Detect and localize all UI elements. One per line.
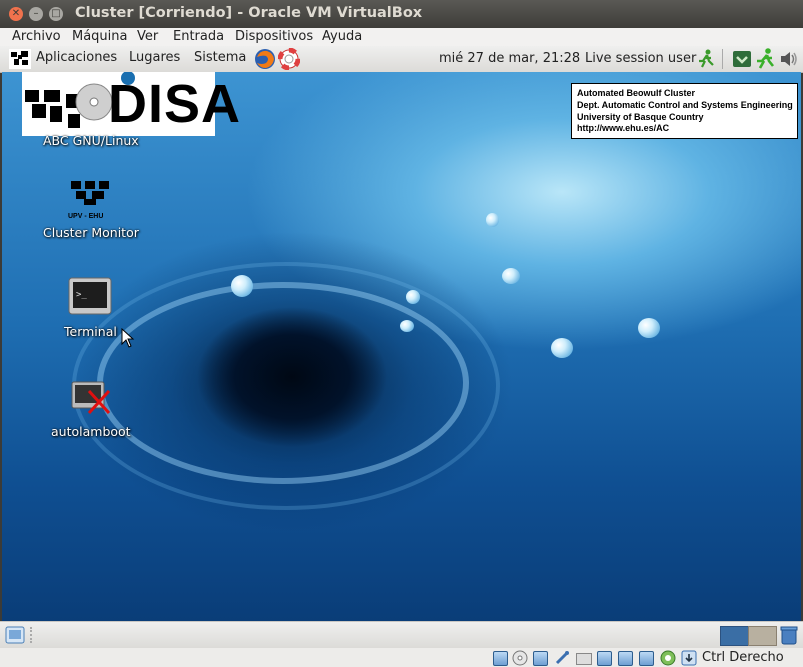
terminal-icon: >_ (68, 277, 112, 315)
minimize-window-button[interactable]: – (29, 7, 43, 21)
menu-ayuda[interactable]: Ayuda (322, 28, 362, 46)
trash-icon[interactable] (779, 625, 799, 645)
disa-logo-icon: DISA (22, 72, 240, 136)
water-drop (502, 268, 520, 284)
menu-lugares[interactable]: Lugares (129, 50, 180, 65)
virtualization-status-icon[interactable] (660, 650, 676, 666)
menu-ver[interactable]: Ver (137, 28, 158, 46)
cluster-info-box: Automated Beowulf Cluster Dept. Automati… (571, 83, 798, 139)
guest-desktop[interactable]: DISA ABC GNU/Linux UPV - EHU Cluster Mon… (2, 72, 801, 621)
host-key-label: Ctrl Derecho (702, 650, 784, 665)
icon-label: ABC GNU/Linux (43, 133, 139, 148)
shared-folders-status-icon[interactable] (597, 651, 612, 666)
upv-ehu-logo-icon (71, 181, 109, 205)
optical-drive-status-icon[interactable] (512, 650, 528, 666)
workspace-2[interactable] (748, 626, 777, 646)
window-titlebar: ✕ – □ Cluster [Corriendo] - Oracle VM Vi… (0, 0, 803, 28)
info-line: http://www.ehu.es/AC (577, 123, 670, 134)
close-window-button[interactable]: ✕ (9, 7, 23, 21)
water-drop (400, 320, 414, 332)
mouse-pointer-icon (121, 328, 135, 348)
network-status-icon[interactable] (554, 650, 570, 666)
minimize-icon: – (33, 8, 39, 19)
water-drop (551, 338, 573, 358)
workspace-1[interactable] (720, 626, 749, 646)
exit-running-man-icon[interactable] (755, 48, 775, 70)
guest-bottom-panel (0, 622, 803, 648)
water-drop (486, 213, 499, 227)
close-icon: ✕ (11, 8, 21, 19)
icon-label: autolamboot (51, 424, 131, 439)
hard-disk-status-icon[interactable] (493, 651, 508, 666)
icon-label: Terminal (64, 324, 117, 339)
volume-icon[interactable] (779, 50, 799, 68)
window-title: Cluster [Corriendo] - Oracle VM VirtualB… (75, 5, 423, 21)
usb-status-icon[interactable] (576, 653, 592, 665)
menu-sistema[interactable]: Sistema (194, 50, 246, 65)
svg-text:>_: >_ (76, 290, 87, 300)
menu-aplicaciones[interactable]: Aplicaciones (36, 50, 117, 65)
session-user[interactable]: Live session user (585, 51, 696, 66)
icon-label: Cluster Monitor (43, 225, 139, 240)
water-drop (231, 275, 253, 297)
help-lifebuoy-icon[interactable] (278, 48, 300, 70)
panel-handle (30, 627, 35, 643)
guest-top-panel: Aplicaciones Lugares Sistema mié 27 de m… (0, 46, 803, 73)
video-capture-status-icon[interactable] (639, 651, 654, 666)
menu-archivo[interactable]: Archivo (12, 28, 61, 46)
info-line: Automated Beowulf Cluster (577, 88, 696, 98)
menu-entrada[interactable]: Entrada (173, 28, 224, 46)
upv-ehu-logo-text: UPV - EHU (68, 213, 104, 220)
splash-ripple (72, 262, 500, 510)
display-status-icon[interactable] (618, 651, 633, 666)
vbox-menubar: Archivo Máquina Ver Entrada Dispositivos… (0, 28, 803, 46)
panel-separator (722, 49, 723, 69)
cow-logo-icon[interactable] (9, 49, 31, 69)
menu-dispositivos[interactable]: Dispositivos (235, 28, 313, 46)
show-desktop-icon[interactable] (5, 626, 25, 644)
update-notifier-icon[interactable] (732, 49, 752, 69)
bottom-bar: Ctrl Derecho (0, 621, 803, 667)
info-line: Dept. Automatic Control and Systems Engi… (577, 99, 793, 110)
running-man-icon[interactable] (697, 49, 715, 69)
clock[interactable]: mié 27 de mar, 21:28 (439, 51, 580, 66)
menu-maquina[interactable]: Máquina (72, 28, 128, 46)
maximize-window-button[interactable]: □ (49, 7, 63, 21)
audio-status-icon[interactable] (533, 651, 548, 666)
water-drop (406, 290, 420, 304)
water-drop (638, 318, 660, 338)
mouse-integration-status-icon[interactable] (681, 650, 697, 666)
maximize-icon: □ (51, 8, 61, 19)
firefox-icon[interactable] (254, 48, 276, 70)
info-line: University of Basque Country (577, 111, 704, 122)
autolamboot-icon (71, 381, 111, 415)
disa-logo-text: DISA (108, 74, 242, 134)
